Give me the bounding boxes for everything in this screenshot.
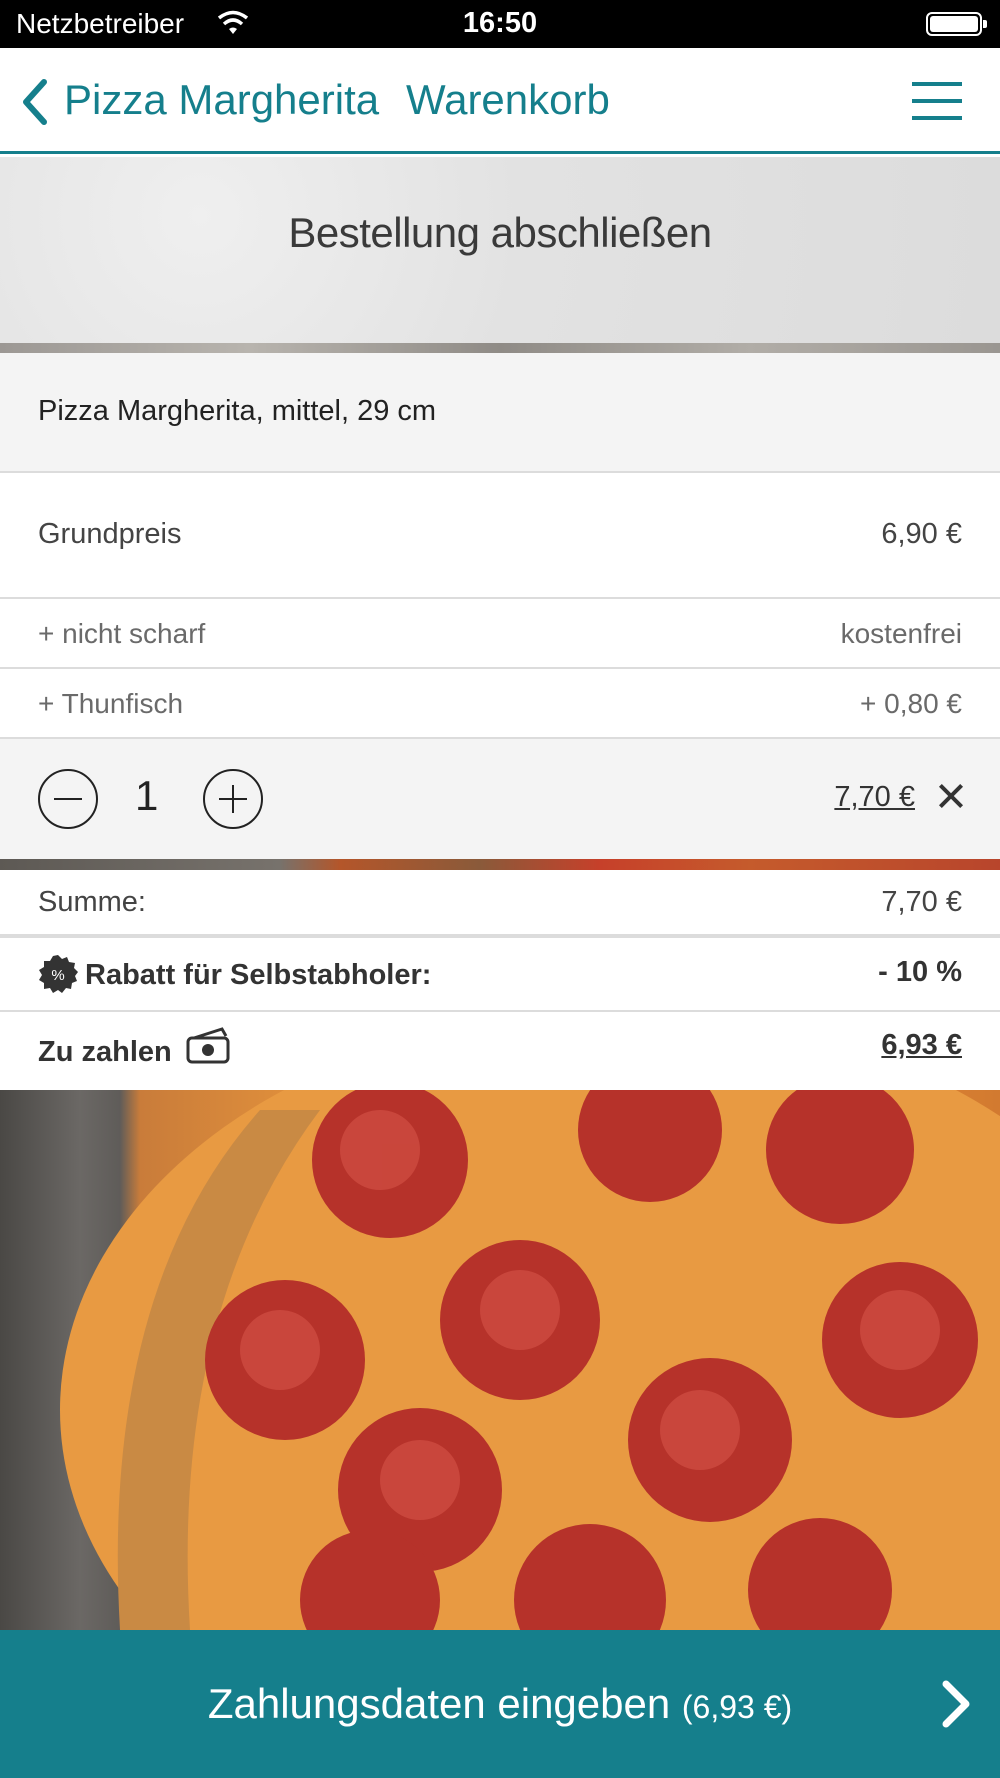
- checkout-heading: Bestellung abschließen: [288, 209, 712, 256]
- discount-value: - 10 %: [878, 956, 962, 988]
- decrease-quantity-button[interactable]: [38, 769, 98, 829]
- cart-item-name-row: Pizza Margherita, mittel, 29 cm: [0, 353, 1000, 473]
- sum-value: 7,70 €: [881, 886, 962, 918]
- remove-item-close-icon[interactable]: [938, 783, 964, 809]
- battery-icon: [926, 12, 987, 36]
- option-row: + Thunfisch + 0,80 €: [0, 669, 1000, 739]
- amount-due-label: Zu zahlen: [38, 1036, 172, 1068]
- increase-quantity-button[interactable]: [203, 769, 263, 829]
- sum-label: Summe:: [38, 886, 146, 918]
- percent-badge-icon: %: [39, 955, 78, 993]
- amount-due-row: Zu zahlen 6,93 €: [0, 1012, 1000, 1090]
- cta-label-wrapper: Zahlungsdaten eingeben (6,93 €): [0, 1680, 1000, 1728]
- option-row: + nicht scharf kostenfrei: [0, 599, 1000, 669]
- option-price: + 0,80 €: [860, 688, 962, 719]
- chevron-right-icon: [942, 1680, 970, 1728]
- clock: 16:50: [462, 7, 538, 39]
- header-banner: Bestellung abschließen: [0, 157, 1000, 353]
- discount-label: Rabatt für Selbstabholer:: [85, 959, 432, 991]
- page-title: Warenkorb: [406, 76, 610, 123]
- status-bar: Netzbetreiber 16:50: [0, 0, 1000, 48]
- base-price-label: Grundpreis: [38, 518, 182, 550]
- cta-amount: (6,93 €): [681, 1689, 793, 1725]
- svg-text:%: %: [51, 967, 64, 984]
- nav-bar: Pizza Margherita Warenkorb: [0, 48, 1000, 154]
- line-total: 7,70 €: [834, 781, 915, 813]
- cash-icon: [186, 1027, 230, 1064]
- enter-payment-button[interactable]: Zahlungsdaten eingeben (6,93 €): [0, 1630, 1000, 1778]
- back-button[interactable]: Pizza Margherita: [64, 76, 379, 124]
- cta-label: Zahlungsdaten eingeben: [207, 1680, 671, 1727]
- sum-row: Summe: 7,70 €: [0, 870, 1000, 938]
- base-price-row: Grundpreis 6,90 €: [0, 473, 1000, 599]
- amount-due-value: 6,93 €: [881, 1029, 962, 1061]
- back-chevron-icon[interactable]: [18, 78, 50, 126]
- pizza-illustration: [60, 1090, 1000, 1630]
- pizza-photo: [0, 1090, 1000, 1630]
- hamburger-menu-icon[interactable]: [912, 82, 962, 120]
- pizza-strip-image: [0, 859, 1000, 870]
- option-label: + nicht scharf: [38, 618, 206, 649]
- cart-item-name: Pizza Margherita, mittel, 29 cm: [38, 395, 437, 427]
- quantity-value: 1: [135, 772, 159, 819]
- discount-row: % Rabatt für Selbstabholer: - 10 %: [0, 938, 1000, 1012]
- option-price: kostenfrei: [840, 618, 962, 649]
- option-label: + Thunfisch: [38, 688, 184, 719]
- quantity-row: 1 7,70 €: [0, 739, 1000, 859]
- base-price-value: 6,90 €: [881, 518, 962, 550]
